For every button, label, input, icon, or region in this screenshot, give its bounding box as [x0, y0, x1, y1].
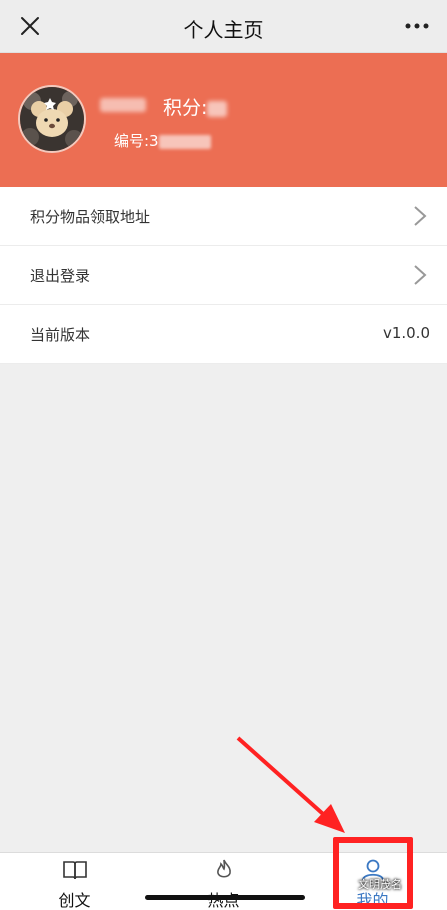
tab-chuangwen[interactable]: 创文	[0, 853, 149, 910]
redacted-points	[207, 100, 228, 117]
menu-item-logout[interactable]: 退出登录	[0, 246, 447, 305]
menu-item-label: 积分物品领取地址	[30, 208, 151, 226]
annotation-highlight-box	[333, 837, 413, 909]
menu-item-label: 退出登录	[30, 267, 91, 285]
page-title: 个人主页	[183, 18, 264, 42]
chevron-right-icon	[414, 206, 427, 226]
watermark: 文明茂名	[358, 878, 402, 891]
menu-item-label: 当前版本	[30, 326, 91, 344]
user-id: 编号:3	[114, 130, 211, 151]
points: 积分:	[163, 93, 228, 120]
menu-item-version: 当前版本 v1.0.0	[0, 305, 447, 364]
home-indicator	[145, 895, 305, 900]
redacted-id	[158, 134, 211, 149]
book-icon	[62, 861, 87, 880]
chevron-right-icon	[414, 265, 427, 285]
menu-item-address[interactable]: 积分物品领取地址	[0, 187, 447, 246]
version-value: v1.0.0	[382, 324, 430, 342]
username	[100, 93, 146, 115]
more-icon[interactable]	[403, 14, 431, 38]
user-id-label: 编号:3	[114, 132, 159, 150]
title-bar: 个人主页	[0, 0, 447, 53]
fire-icon	[216, 859, 231, 878]
redacted-username	[100, 97, 146, 112]
tab-label: 创文	[58, 891, 91, 910]
points-label: 积分:	[163, 97, 208, 119]
profile-banner: 积分: 编号:3	[0, 53, 447, 187]
tab-hot[interactable]: 热点	[149, 853, 298, 910]
avatar[interactable]	[18, 85, 86, 153]
menu-list: 积分物品领取地址 退出登录 当前版本 v1.0.0	[0, 187, 447, 364]
avatar-image	[20, 87, 84, 151]
